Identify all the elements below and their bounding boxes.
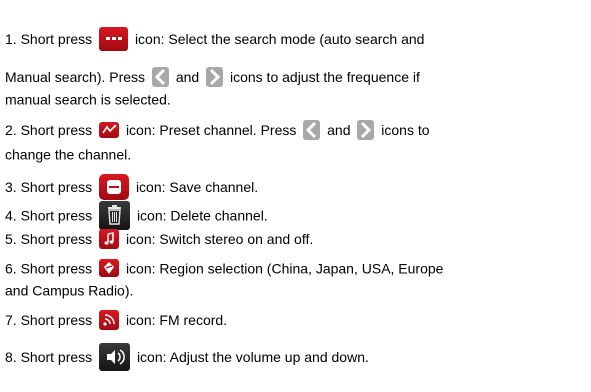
instruction-1-prefix: 1. Short press (5, 31, 93, 47)
instruction-2-after: icons to (381, 122, 430, 138)
music-note-icon (99, 229, 120, 249)
instruction-5-line: 5. Short press icon: Switch stereo on an… (5, 229, 313, 249)
instruction-8-prefix: 8. Short press (5, 349, 93, 365)
instruction-6-prefix: 6. Short press (5, 260, 93, 277)
instruction-2-line-1: 2. Short press icon: Preset channel. Pre… (5, 120, 430, 140)
instruction-1-text: icon: Select the search mode (auto searc… (134, 31, 425, 47)
instruction-3-prefix: 3. Short press (5, 179, 93, 195)
instruction-1-continuation-d: manual search is selected. (5, 91, 171, 108)
instruction-3-line: 3. Short press icon: Save channel. (5, 174, 258, 200)
instruction-7-line: 7. Short press icon: FM record. (5, 310, 227, 330)
chevron-left-icon (303, 120, 321, 140)
instruction-1-continuation-c: icons to adjust the frequence if (229, 69, 420, 85)
instruction-6-line-2: and Campus Radio). (5, 281, 133, 298)
instruction-2-line-2: change the channel. (5, 145, 131, 162)
chevron-right-icon (206, 67, 224, 87)
instruction-1-line-3: manual search is selected. (5, 90, 171, 107)
instruction-4-text: icon: Delete channel. (136, 207, 268, 224)
chevron-right-icon (357, 120, 375, 140)
instruction-6-continuation: and Campus Radio). (5, 282, 134, 299)
more-dots-icon (99, 27, 129, 51)
fm-record-icon (99, 310, 120, 330)
save-channel-icon (99, 174, 130, 200)
instruction-1-continuation-a: Manual search). Press (5, 69, 146, 85)
preset-channel-icon (99, 122, 120, 138)
instruction-8-line: 8. Short press icon: Adjust the volume u… (5, 343, 369, 371)
instruction-2-continuation: change the channel. (5, 146, 132, 163)
instruction-2-between: and (327, 122, 351, 138)
instruction-8-text: icon: Adjust the volume up and down. (136, 349, 369, 365)
instruction-1-continuation-b: and (175, 69, 200, 85)
instruction-4-line: 4. Short press icon: Delete channel. (5, 201, 268, 230)
instruction-4-prefix: 4. Short press (5, 207, 93, 224)
chevron-left-icon (151, 67, 169, 87)
volume-icon (99, 343, 131, 371)
instruction-5-text: icon: Switch stereo on and off. (125, 231, 314, 247)
instruction-7-prefix: 7. Short press (5, 312, 93, 328)
instruction-6-line-1: 6. Short press icon: Region selection (C… (5, 259, 444, 278)
instruction-document: 1. Short press icon: Select the search m… (0, 0, 591, 392)
instruction-7-text: icon: FM record. (125, 312, 228, 328)
instruction-2-text: icon: Preset channel. Press (125, 122, 297, 138)
region-icon (99, 259, 120, 278)
instruction-1-line-1: 1. Short press icon: Select the search m… (5, 27, 424, 51)
instruction-2-prefix: 2. Short press (5, 122, 93, 138)
instruction-6-text: icon: Region selection (China, Japan, US… (125, 260, 444, 277)
instruction-3-text: icon: Save channel. (135, 179, 259, 195)
instruction-1-line-2: Manual search). Press and icons to adjus… (5, 67, 420, 87)
instruction-5-prefix: 5. Short press (5, 231, 93, 247)
delete-trash-icon (99, 201, 131, 230)
